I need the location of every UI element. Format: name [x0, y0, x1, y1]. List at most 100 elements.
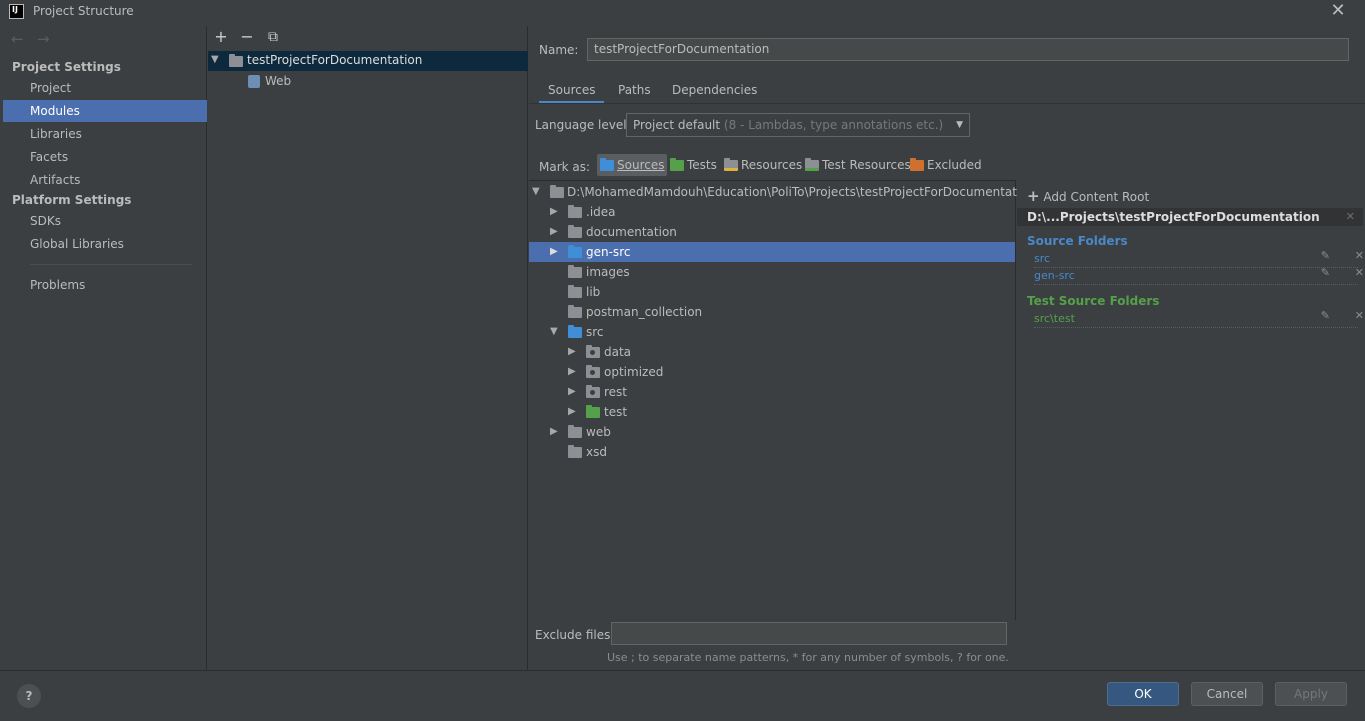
tree-row[interactable]: xsd [529, 442, 1015, 462]
nav-item-project[interactable]: Project [3, 77, 207, 99]
edit-pencil-icon[interactable]: ✎ [1321, 266, 1330, 280]
exclude-files-hint: Use ; to separate name patterns, * for a… [607, 651, 1009, 664]
expand-triangle-icon[interactable]: ▶ [550, 202, 558, 222]
expand-triangle-icon[interactable]: ▶ [550, 222, 558, 242]
dropdown-arrow-icon: ▼ [956, 120, 963, 130]
tree-item-label: gen-src [586, 245, 631, 259]
expand-triangle-icon[interactable]: ▶ [568, 342, 576, 362]
tree-row[interactable]: postman_collection [529, 302, 1015, 322]
tree-item-label: .idea [586, 205, 616, 219]
tree-item-label: lib [586, 285, 601, 299]
language-level-label: Language level: [535, 118, 631, 132]
module-name-field[interactable]: testProjectForDocumentation [587, 38, 1349, 61]
mark-as-sources-button[interactable]: Sources [597, 154, 668, 176]
module-editor: Name: testProjectForDocumentation Source… [529, 26, 1365, 670]
add-content-root-button[interactable]: + Add Content Root [1027, 187, 1149, 205]
project-settings-heading: Project Settings [12, 60, 121, 74]
expand-triangle-icon[interactable]: ▶ [550, 242, 558, 262]
remove-module-button[interactable]: − [237, 27, 257, 47]
expand-triangle-icon[interactable]: ▶ [568, 382, 576, 402]
ok-button[interactable]: OK [1107, 682, 1179, 706]
tree-row[interactable]: ▶ .idea [529, 202, 1015, 222]
nav-item-sdks[interactable]: SDKs [3, 210, 207, 232]
language-level-select[interactable]: Project default (8 - Lambdas, type annot… [626, 113, 970, 137]
module-name: testProjectForDocumentation [247, 53, 423, 67]
project-structure-dialog: IJ Project Structure ✕ ← → Project Setti… [0, 0, 1365, 721]
remove-content-root-icon[interactable]: ✕ [1346, 208, 1355, 226]
forward-arrow-icon[interactable]: → [37, 30, 50, 48]
tree-row[interactable]: ▶ web [529, 422, 1015, 442]
source-folders-heading: Source Folders [1027, 234, 1128, 248]
collapse-triangle-icon[interactable]: ▼ [532, 182, 540, 202]
modules-panel: + − ⧉ ▼ testProjectForDocumentation Web [208, 26, 528, 670]
exclude-files-input[interactable] [611, 622, 1007, 645]
help-icon[interactable]: ? [17, 684, 41, 708]
tree-row[interactable]: ▶ rest [529, 382, 1015, 402]
delete-x-icon[interactable]: ✕ [1355, 249, 1364, 263]
add-module-button[interactable]: + [211, 27, 231, 47]
delete-x-icon[interactable]: ✕ [1355, 266, 1364, 280]
platform-settings-heading: Platform Settings [12, 193, 132, 207]
module-tree-row[interactable]: Web [208, 72, 528, 92]
mark-as-tests-button[interactable]: Tests [667, 154, 720, 176]
nav-item-libraries[interactable]: Libraries [3, 123, 207, 145]
tree-row[interactable]: ▼ src [529, 322, 1015, 342]
expand-triangle-icon[interactable]: ▶ [568, 402, 576, 422]
mark-as-excluded-button[interactable]: Excluded [907, 154, 985, 176]
nav-item-modules[interactable]: Modules [3, 100, 207, 122]
apply-button[interactable]: Apply [1275, 682, 1347, 706]
tree-item-label: test [604, 405, 628, 419]
test-source-folder-path: src\test [1034, 312, 1075, 325]
tree-row[interactable]: lib [529, 282, 1015, 302]
mark-as-resources-button[interactable]: Resources [721, 154, 805, 176]
exclude-files-label: Exclude files: [535, 628, 615, 642]
copy-module-button[interactable]: ⧉ [263, 27, 283, 47]
settings-nav: ← → Project Settings Project Modules Lib… [3, 26, 207, 670]
tab-paths[interactable]: Paths [609, 80, 660, 104]
content-root-header: D:\...Projects\testProjectForDocumentati… [1017, 208, 1363, 226]
tree-item-label: data [604, 345, 632, 359]
tab-dependencies[interactable]: Dependencies [663, 80, 766, 104]
folder-icon [568, 305, 582, 318]
source-folder-icon [568, 325, 582, 338]
test-source-folder-row: src\test ✎ ✕ [1034, 309, 1364, 328]
tree-item-label: postman_collection [586, 305, 703, 319]
close-icon[interactable]: ✕ [1329, 1, 1347, 21]
tree-row[interactable]: images [529, 262, 1015, 282]
mark-as-test-resources-label: Test Resources [822, 158, 911, 172]
folder-icon [550, 185, 564, 198]
tree-item-label: optimized [604, 365, 664, 379]
tree-row[interactable]: ▶ documentation [529, 222, 1015, 242]
tree-row[interactable]: ▶ data [529, 342, 1015, 362]
title-bar: IJ Project Structure ✕ [0, 0, 1365, 24]
cancel-button[interactable]: Cancel [1191, 682, 1263, 706]
tests-folder-icon [670, 157, 684, 171]
nav-item-global-libraries[interactable]: Global Libraries [3, 233, 207, 255]
tree-row[interactable]: ▶ test [529, 402, 1015, 422]
mark-as-test-resources-button[interactable]: Test Resources [802, 154, 914, 176]
tree-row-root[interactable]: ▼ D:\MohamedMamdouh\Education\PoliTo\Pro… [529, 182, 1035, 202]
expand-triangle-icon[interactable]: ▶ [568, 362, 576, 382]
dialog-button-bar: ? OK Cancel Apply [0, 670, 1365, 721]
test-resources-folder-icon [805, 157, 819, 171]
module-tree-row[interactable]: ▼ testProjectForDocumentation [208, 51, 528, 71]
edit-pencil-icon[interactable]: ✎ [1321, 309, 1330, 323]
nav-item-problems[interactable]: Problems [3, 274, 207, 296]
tree-item-label: images [586, 265, 630, 279]
collapse-triangle-icon[interactable]: ▼ [211, 54, 219, 65]
expand-triangle-icon[interactable]: ▶ [550, 422, 558, 442]
source-folder-icon [568, 245, 582, 258]
facet-name: Web [265, 74, 292, 88]
tab-sources[interactable]: Sources [539, 80, 605, 104]
back-arrow-icon[interactable]: ← [11, 30, 24, 48]
tree-row-selected[interactable]: ▶ gen-src [529, 242, 1015, 262]
language-level-value: Project default [633, 118, 721, 132]
folder-icon [568, 205, 582, 218]
nav-divider [30, 264, 192, 265]
nav-item-facets[interactable]: Facets [3, 146, 207, 168]
tree-row[interactable]: ▶ optimized [529, 362, 1015, 382]
nav-item-artifacts[interactable]: Artifacts [3, 169, 207, 191]
edit-pencil-icon[interactable]: ✎ [1321, 249, 1330, 263]
delete-x-icon[interactable]: ✕ [1355, 309, 1364, 323]
collapse-triangle-icon[interactable]: ▼ [550, 322, 558, 342]
